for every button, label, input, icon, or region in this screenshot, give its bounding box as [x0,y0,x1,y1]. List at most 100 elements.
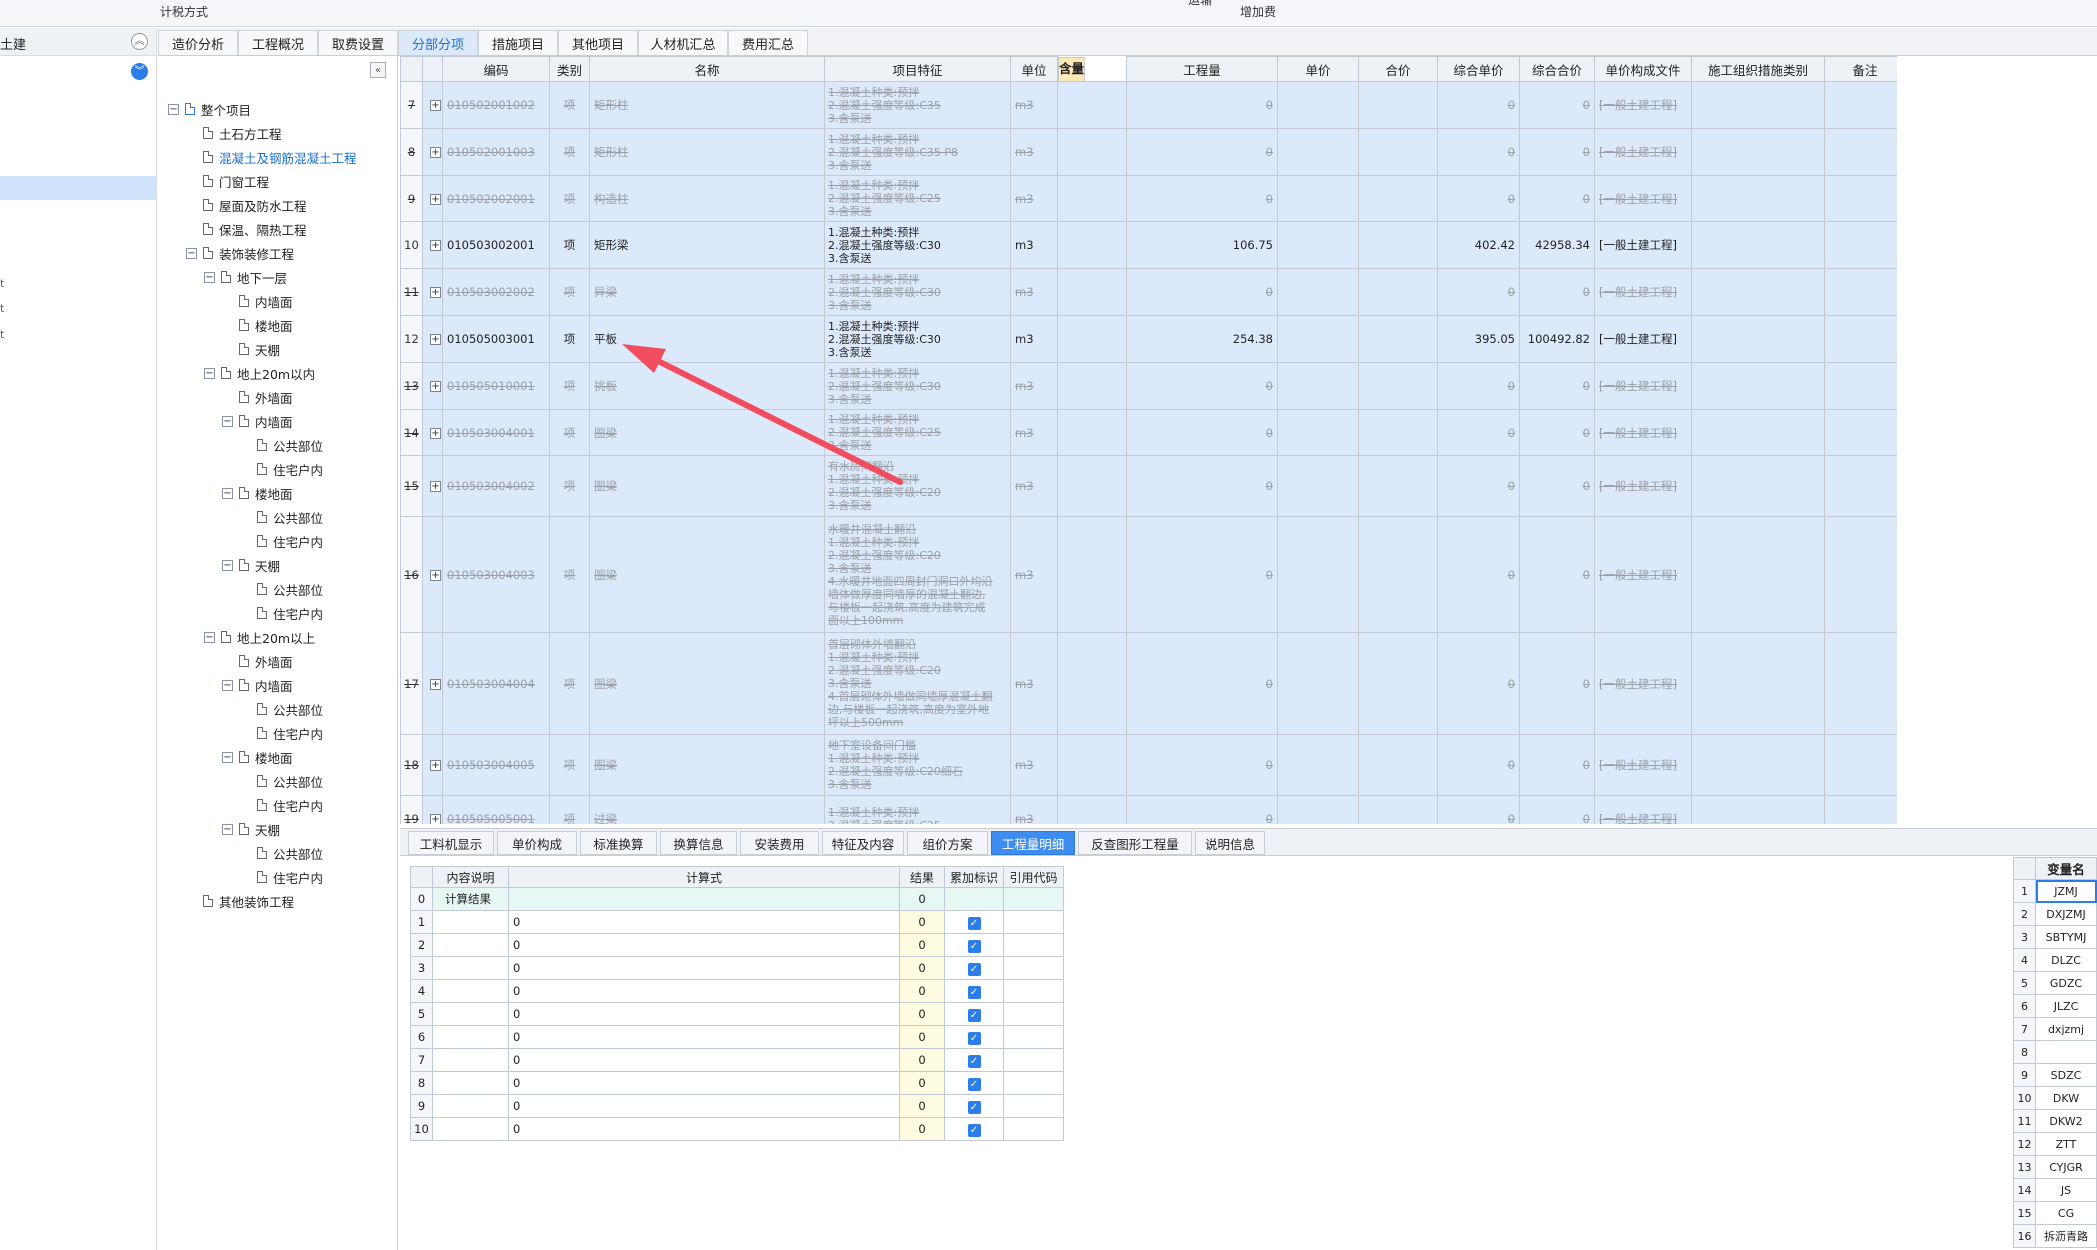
expand-plus-icon[interactable]: + [430,569,441,581]
item-type[interactable]: 项 [549,221,590,269]
calc-description-cell[interactable] [432,1025,509,1049]
tree-node[interactable]: − 地上20m以上 [204,626,315,648]
calc-accum-cell[interactable]: ✓ [944,979,1004,1003]
item-composite-total[interactable]: 100492.82 [1519,315,1595,363]
calc-accum-cell[interactable]: ✓ [944,1048,1004,1072]
tab-5[interactable]: 其他项目 [558,30,638,55]
item-price-file[interactable]: [一般土建工程] [1594,268,1692,316]
detail-tab-8[interactable]: 反查图形工程量 [1078,831,1192,855]
expand-plus-icon[interactable]: + [430,678,441,690]
item-name[interactable]: 圈梁 [589,516,825,633]
calc-description-cell[interactable] [432,956,509,980]
item-measure-category[interactable] [1691,268,1825,316]
table-row[interactable]: 17 +010503004004 项圈梁 首层砌体外墙翻沿 1.混凝土种类:预拌 2.混凝… [400,632,1897,735]
table-row[interactable]: 8 +010502001003 项矩形柱 1.混凝土种类:预拌 2.混凝土强度等级:C3… [400,128,1897,176]
item-code[interactable]: 010503004005 [442,734,550,796]
variable-row[interactable]: 10 DKW [2012,1086,2097,1110]
item-code[interactable]: 010503004001 [442,409,550,456]
variable-name[interactable]: DXJZMJ [2035,902,2097,926]
item-measure-category[interactable] [1691,128,1825,176]
table-row[interactable]: 15 +010503004002 项圈梁 有水房间翻沿 1.混凝土种类:预拌 2.混凝土强… [400,455,1897,517]
checkbox-checked-icon[interactable]: ✓ [967,1100,981,1114]
item-features[interactable]: 1.混凝土种类:预拌 2.混凝土强度等级:C35 3.含泵送 [824,81,1011,129]
variable-name[interactable]: GDZC [2035,971,2097,995]
item-type[interactable]: 项 [549,455,590,517]
calc-description-cell[interactable] [432,1048,509,1072]
item-composite-unit-price[interactable]: 402.42 [1437,221,1520,269]
variable-row[interactable]: 6 JLZC [2012,994,2097,1018]
item-code[interactable]: 010505005001 [442,795,550,824]
collapse-panel-button[interactable]: « [370,62,386,78]
tree-node[interactable]: − 地下一层 [204,266,287,288]
tree-node[interactable]: − 整个项目 [168,98,251,120]
item-price-file[interactable]: [一般土建工程] [1594,516,1692,633]
tree-node[interactable]: − 装饰装修工程 [186,242,294,264]
detail-tab-2[interactable]: 标准换算 [580,831,657,855]
calc-row[interactable]: 6 0 0 ✓ [410,1025,1064,1049]
expand-plus-icon[interactable]: + [430,240,441,251]
calc-ref-cell[interactable] [1003,1002,1064,1026]
item-remark[interactable] [1824,315,1897,363]
item-composite-unit-price[interactable]: 0 [1437,516,1520,633]
detail-tab-1[interactable]: 单价构成 [497,831,577,855]
item-measure-category[interactable] [1691,632,1825,735]
item-type[interactable]: 项 [549,632,590,735]
left-nav-selected-item[interactable] [0,176,156,200]
calc-accum-cell[interactable]: ✓ [944,1025,1004,1049]
item-composite-total[interactable]: 0 [1519,632,1595,735]
table-row[interactable]: 12 +010505003001 项平板 1.混凝土种类:预拌 2.混凝土强度等级:C3… [400,315,1897,363]
item-code[interactable]: 010502001003 [442,128,550,176]
tab-3[interactable]: 分部分项 [398,30,478,55]
calc-accum-cell[interactable]: ✓ [944,910,1004,934]
item-quantity[interactable]: 0 [1126,175,1278,222]
variable-row[interactable]: 9 SDZC [2012,1063,2097,1087]
table-row[interactable]: 19 +010505005001项过梁1.混凝土种类:预拌2.混凝土强度等级:C2… [400,795,1897,824]
calc-ref-cell[interactable] [1003,1025,1064,1049]
calc-formula-cell[interactable]: 0 [508,1025,900,1049]
item-type[interactable]: 项 [549,734,590,796]
row-expand-cell[interactable]: + [422,315,443,363]
detail-tab-6[interactable]: 组价方案 [907,831,988,855]
variable-name[interactable]: CYJGR [2035,1155,2097,1179]
item-code[interactable]: 010503004003 [442,516,550,633]
item-composite-total[interactable]: 0 [1519,268,1595,316]
calc-row[interactable]: 7 0 0 ✓ [410,1048,1064,1072]
item-unit-price[interactable] [1277,455,1359,517]
grid-header-cell[interactable]: 含量 [1058,56,1086,82]
calc-accum-cell[interactable] [944,887,1004,911]
variable-row[interactable]: 15 CG [2012,1201,2097,1225]
item-price-file[interactable]: [一般土建工程] [1594,362,1692,410]
item-total-price[interactable] [1358,315,1438,363]
calc-ref-cell[interactable] [1003,1117,1064,1141]
grid-header-cell[interactable]: 类别 [549,56,590,82]
item-quantity[interactable]: 254.38 [1126,315,1278,363]
calc-description-cell[interactable] [432,910,509,934]
table-row[interactable]: 7 +010502001002 项矩形柱 1.混凝土种类:预拌 2.混凝土强度等级:C3… [400,81,1897,129]
item-total-price[interactable] [1358,268,1438,316]
checkbox-checked-icon[interactable]: ✓ [967,1008,981,1022]
item-composite-unit-price[interactable]: 0 [1437,409,1520,456]
item-quantity[interactable]: 0 [1126,734,1278,796]
item-unit[interactable]: m3 [1010,175,1058,222]
item-composite-total[interactable]: 0 [1519,516,1595,633]
row-expand-cell[interactable]: + [422,268,443,316]
calc-accum-cell[interactable]: ✓ [944,933,1004,957]
row-expand-cell[interactable]: + [422,455,443,517]
item-measure-category[interactable] [1691,455,1825,517]
table-row[interactable]: 11 +010503002002 项异梁 1.混凝土种类:预拌 2.混凝土强度等级:C3… [400,268,1897,316]
item-unit-price[interactable] [1277,175,1359,222]
tree-node[interactable]: 外墙面 [222,386,293,408]
item-price-file[interactable]: [一般土建工程] [1594,455,1692,517]
tree-node[interactable]: 保温、隔热工程 [186,218,307,240]
calc-row[interactable]: 2 0 0 ✓ [410,933,1064,957]
grid-header-cell[interactable] [422,56,443,82]
tab-1[interactable]: 工程概况 [238,30,318,55]
item-unit-price[interactable] [1277,409,1359,456]
item-content[interactable] [1057,362,1127,410]
table-row[interactable]: 16 +010503004003 项圈梁 水暖井混凝土翻沿 1.混凝土种类:预拌 2.混凝… [400,516,1897,633]
item-features[interactable]: 1.混凝土种类:预拌 2.混凝土强度等级:C25 3.含泵送 [824,175,1011,222]
item-unit-price[interactable] [1277,268,1359,316]
calc-header-cell[interactable]: 引用代码 [1003,866,1064,888]
item-unit[interactable]: m3 [1010,734,1058,796]
item-code[interactable]: 010503004004 [442,632,550,735]
